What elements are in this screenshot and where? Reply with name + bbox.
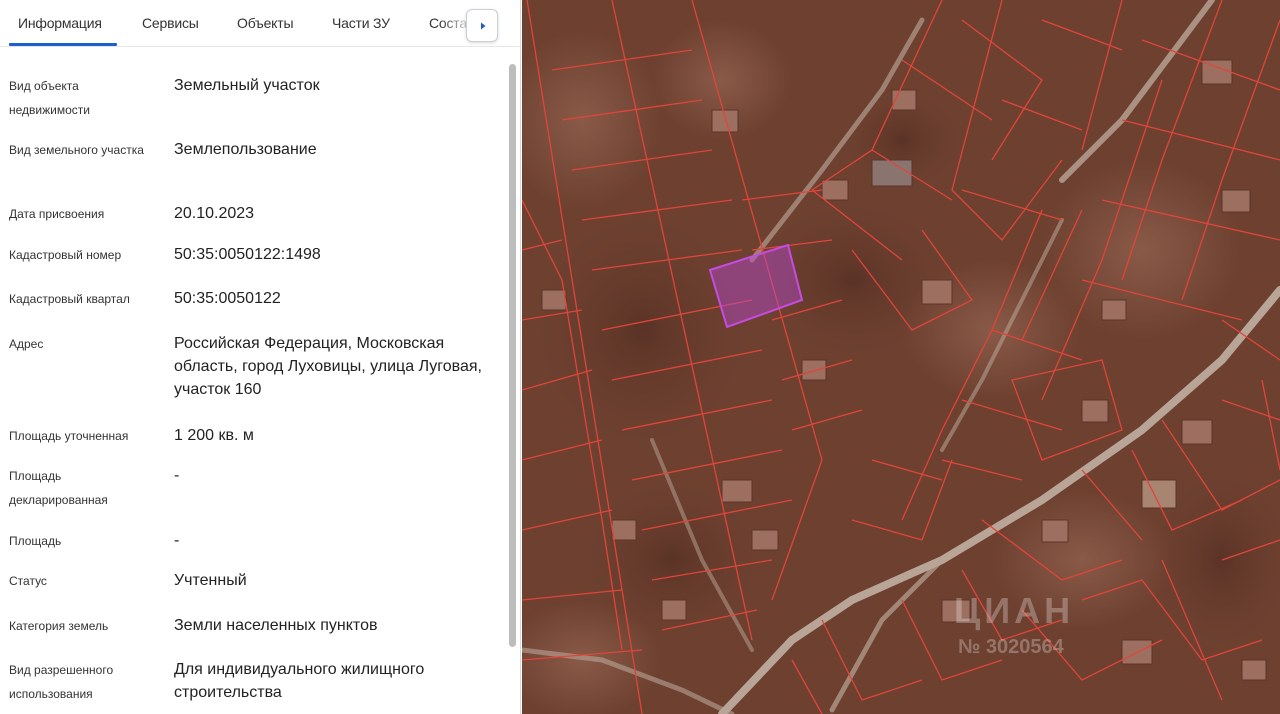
cadastral-map[interactable]: ЦИАН № 3020564 <box>522 0 1280 714</box>
info-panel: Информация Сервисы Объекты Части ЗУ Сост… <box>0 0 521 714</box>
field-label: Кадастровый номер <box>9 248 122 262</box>
tabs-scroll-right-button[interactable] <box>466 9 498 42</box>
field-label: Адрес <box>9 337 44 351</box>
tab-services[interactable]: Сервисы <box>142 15 199 31</box>
field-label: Вид разрешенного использования <box>9 663 114 701</box>
field-label: Кадастровый квартал <box>9 292 130 306</box>
field-value: 1 200 кв. м <box>174 427 254 444</box>
field-label: Статус <box>9 574 47 588</box>
field-value: 20.10.2023 <box>174 205 255 222</box>
active-tab-indicator <box>9 43 117 46</box>
field-label: Площадь <box>9 534 62 548</box>
watermark-brand: ЦИАН <box>954 590 1075 631</box>
watermark-id: № 3020564 <box>958 636 1064 658</box>
field-value: Учтенный <box>174 572 247 589</box>
field-value: Земельный участок <box>174 77 320 94</box>
chevron-right-icon <box>481 22 486 30</box>
field-value: Для индивидуального жилищного строительс… <box>174 661 425 701</box>
field-value: Земли населенных пунктов <box>174 617 378 634</box>
field-value[interactable]: 50:35:0050122:1498 <box>174 243 494 266</box>
tab-objects[interactable]: Объекты <box>237 15 294 31</box>
field-label: Дата присвоения <box>9 207 105 221</box>
satellite-map-canvas <box>522 0 1280 714</box>
field-value[interactable]: 50:35:0050122 <box>174 287 494 310</box>
tab-parcel-parts[interactable]: Части ЗУ <box>332 15 390 31</box>
field-label: Вид объекта недвижимости <box>9 79 90 117</box>
tab-bar: Информация Сервисы Объекты Части ЗУ Сост… <box>0 0 520 47</box>
field-value: - <box>174 467 180 484</box>
tab-information[interactable]: Информация <box>18 15 102 31</box>
scrollbar-thumb[interactable] <box>509 64 516 647</box>
field-value: - <box>174 532 180 549</box>
field-value: Российская Федерация, Московская область… <box>174 335 482 398</box>
field-label: Категория земель <box>9 619 109 633</box>
field-value: Землепользование <box>174 141 317 158</box>
field-label: Вид земельного участка <box>9 143 144 157</box>
field-label: Площадь уточненная <box>9 429 129 443</box>
field-label: Площадь декларированная <box>9 469 108 507</box>
